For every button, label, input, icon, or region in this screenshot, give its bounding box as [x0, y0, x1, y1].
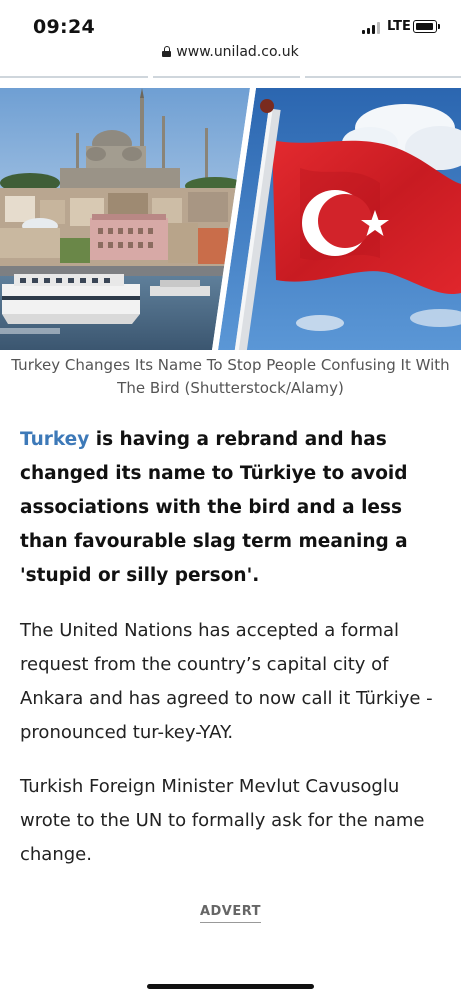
- battery-icon: [413, 20, 440, 33]
- signal-icon: [362, 22, 382, 34]
- advert-label-container: ADVERT: [0, 900, 461, 923]
- hero-image: [0, 88, 461, 350]
- article-lead-text: is having a rebrand and has changed its …: [20, 429, 408, 586]
- url-text: www.unilad.co.uk: [176, 44, 299, 60]
- nav-divider: [0, 76, 461, 79]
- advert-label: ADVERT: [199, 904, 262, 923]
- lock-icon: [162, 46, 172, 57]
- status-time: 09:24: [33, 16, 95, 38]
- article-lead: Turkey is having a rebrand and has chang…: [20, 423, 445, 593]
- address-bar[interactable]: www.unilad.co.uk: [0, 44, 461, 68]
- network-type: LTE: [387, 19, 411, 34]
- turkey-link[interactable]: Turkey: [20, 429, 89, 450]
- article-paragraph-2: Turkish Foreign Minister Mevlut Cavusogl…: [20, 776, 425, 865]
- article-paragraph-1: The United Nations has accepted a formal…: [20, 620, 433, 743]
- home-indicator[interactable]: [147, 984, 314, 989]
- image-caption: Turkey Changes Its Name To Stop People C…: [11, 356, 450, 397]
